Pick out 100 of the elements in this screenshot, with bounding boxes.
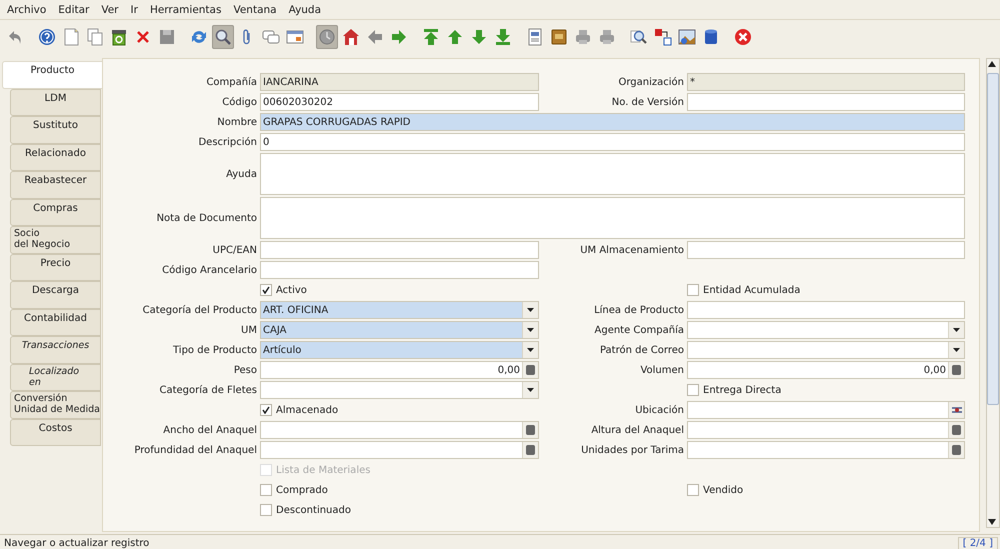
field-label: Categoría del Producto bbox=[142, 304, 258, 316]
dropdown-button[interactable] bbox=[948, 342, 964, 358]
checkbox[interactable]: Descontinuado bbox=[260, 501, 539, 519]
toolbar-button[interactable] bbox=[212, 25, 234, 49]
dropdown-button[interactable] bbox=[948, 322, 964, 338]
tab[interactable]: Reabastecer bbox=[10, 171, 101, 198]
text-field[interactable]: 00602030202 bbox=[260, 93, 539, 111]
floppy-icon bbox=[158, 28, 176, 46]
number-field[interactable] bbox=[687, 421, 965, 439]
scrollbar[interactable] bbox=[986, 58, 1000, 528]
field-label: Nota de Documento bbox=[156, 212, 258, 224]
dropdown-field[interactable] bbox=[260, 381, 539, 399]
menu-item[interactable]: Herramientas bbox=[144, 4, 228, 16]
dropdown-button[interactable] bbox=[522, 342, 538, 358]
number-field[interactable]: 0,00 bbox=[260, 361, 539, 379]
dropdown-field[interactable] bbox=[687, 341, 965, 359]
menu-item[interactable]: Editar bbox=[53, 4, 96, 16]
report-icon bbox=[526, 28, 544, 46]
checkbox[interactable]: Almacenado bbox=[260, 401, 539, 419]
house-icon bbox=[342, 28, 360, 46]
caret-icon bbox=[953, 348, 960, 352]
dropdown-field[interactable]: Artículo bbox=[260, 341, 539, 359]
scroll-down-icon[interactable] bbox=[988, 519, 996, 525]
tab[interactable]: Sustituto bbox=[10, 116, 101, 144]
locator-field[interactable] bbox=[687, 401, 965, 419]
caret-icon bbox=[527, 348, 534, 352]
text-field[interactable] bbox=[260, 261, 539, 279]
up-arrow-icon bbox=[446, 28, 464, 46]
caret-icon bbox=[527, 388, 534, 392]
text-field[interactable] bbox=[687, 241, 965, 259]
calculator-button[interactable] bbox=[948, 442, 964, 458]
dropdown-field[interactable]: ART. OFICINA bbox=[260, 301, 539, 319]
field-label: Ayuda bbox=[225, 168, 258, 180]
field-label: Altura del Anaquel bbox=[590, 424, 685, 436]
menu-item[interactable]: Archivo bbox=[2, 4, 54, 16]
text-field[interactable] bbox=[687, 301, 965, 319]
tab[interactable]: Costos bbox=[10, 418, 101, 446]
checkbox[interactable]: Activo bbox=[260, 281, 539, 299]
search-icon bbox=[214, 28, 232, 46]
tab[interactable]: Precio bbox=[10, 254, 101, 281]
number-field[interactable] bbox=[687, 441, 965, 459]
text-field[interactable]: * bbox=[687, 73, 965, 91]
field-label: Línea de Producto bbox=[593, 304, 685, 316]
tab[interactable]: Socio del Negocio bbox=[10, 226, 101, 254]
dropdown-button[interactable] bbox=[522, 322, 538, 338]
dropdown-button[interactable] bbox=[522, 302, 538, 318]
field-label: Tipo de Producto bbox=[172, 344, 258, 356]
calculator-button[interactable] bbox=[948, 362, 964, 378]
checkbox[interactable]: Entidad Acumulada bbox=[687, 281, 965, 299]
tab[interactable]: LDM bbox=[10, 88, 101, 116]
tab[interactable]: Descarga bbox=[10, 281, 101, 308]
dropdown-field[interactable]: CAJA bbox=[260, 321, 539, 339]
copy-icon bbox=[86, 28, 104, 46]
text-field[interactable] bbox=[260, 241, 539, 259]
tab[interactable]: Conversión Unidad de Medida bbox=[10, 391, 101, 418]
locator-button[interactable] bbox=[948, 402, 964, 418]
calculator-button[interactable] bbox=[522, 362, 538, 378]
last-record-icon bbox=[494, 28, 512, 46]
checkbox[interactable]: Comprado bbox=[260, 481, 539, 499]
right-arrow-icon bbox=[390, 28, 408, 46]
toolbar-button[interactable] bbox=[316, 25, 338, 49]
field-label: Categoría de Fletes bbox=[158, 384, 258, 396]
number-field[interactable] bbox=[260, 421, 539, 439]
caret-icon bbox=[527, 308, 534, 312]
field-label: Peso bbox=[232, 364, 258, 376]
calendar-icon bbox=[286, 28, 304, 46]
text-field[interactable]: 0 bbox=[260, 133, 965, 151]
tab[interactable]: Relacionado bbox=[10, 144, 101, 171]
field-label: Profundidad del Anaquel bbox=[133, 444, 258, 456]
text-field[interactable]: GRAPAS CORRUGADAS RAPID bbox=[260, 113, 965, 131]
number-field[interactable]: 0,00 bbox=[687, 361, 965, 379]
tab[interactable]: Localizado en bbox=[10, 364, 101, 391]
checkmark-icon bbox=[262, 286, 270, 294]
calculator-button[interactable] bbox=[522, 422, 538, 438]
field-label: Organización bbox=[617, 76, 685, 88]
tab[interactable]: Transacciones bbox=[10, 336, 101, 364]
menu-item[interactable]: Ir bbox=[126, 4, 145, 16]
dropdown-button[interactable] bbox=[522, 382, 538, 398]
image-icon bbox=[678, 28, 696, 46]
field-label: Unidades por Tarima bbox=[580, 444, 685, 456]
scroll-up-icon[interactable] bbox=[988, 61, 996, 67]
tab[interactable]: Compras bbox=[10, 198, 101, 226]
menu-item[interactable]: Ayuda bbox=[284, 4, 328, 16]
field-label: Descripción bbox=[197, 136, 258, 148]
menu-item[interactable]: Ventana bbox=[228, 4, 284, 16]
text-field[interactable] bbox=[687, 93, 965, 111]
menu-item[interactable]: Ver bbox=[96, 4, 126, 16]
chat-icon bbox=[262, 28, 280, 46]
calculator-button[interactable] bbox=[948, 422, 964, 438]
number-field[interactable] bbox=[260, 441, 539, 459]
checkbox[interactable]: Entrega Directa bbox=[687, 381, 965, 399]
tab[interactable]: Contabilidad bbox=[10, 308, 101, 336]
checkbox[interactable]: Vendido bbox=[687, 481, 965, 499]
tab[interactable]: Producto bbox=[2, 61, 102, 88]
calculator-button[interactable] bbox=[522, 442, 538, 458]
text-field[interactable]: IANCARINA bbox=[260, 73, 539, 91]
help-icon bbox=[38, 28, 56, 46]
printer-icon bbox=[598, 28, 616, 46]
dropdown-field[interactable] bbox=[687, 321, 965, 339]
printer-icon bbox=[574, 28, 592, 46]
